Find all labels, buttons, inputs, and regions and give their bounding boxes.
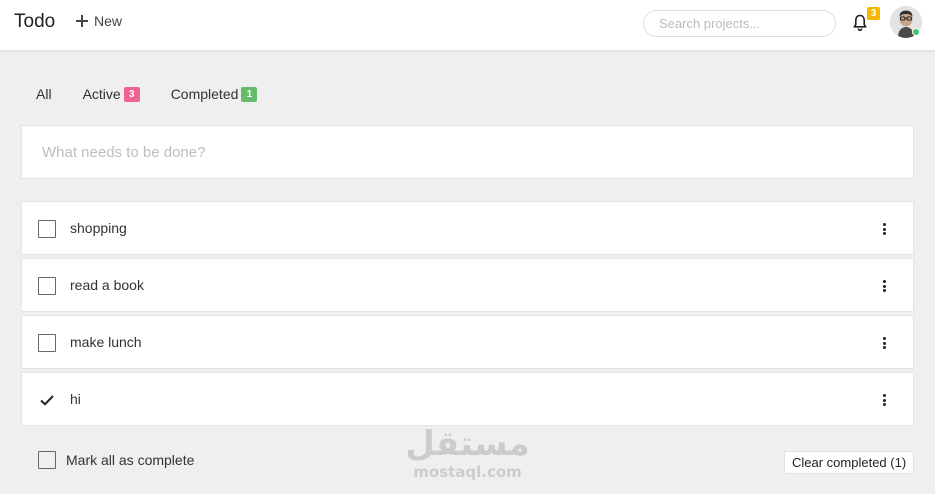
tab-all[interactable]: All [36, 86, 52, 102]
watermark: مستقل mostaql.com [405, 425, 530, 481]
bell-icon[interactable] [852, 14, 868, 32]
tab-all-label: All [36, 86, 52, 102]
mark-all-complete[interactable]: Mark all as complete [38, 451, 194, 469]
mark-all-label: Mark all as complete [66, 452, 195, 468]
todo-item: read a book [21, 258, 914, 312]
active-count-badge: 3 [123, 86, 140, 102]
tab-completed[interactable]: Completed 1 [171, 86, 258, 102]
online-status-indicator [912, 28, 920, 36]
todo-checkbox[interactable] [38, 220, 56, 238]
app-title: Todo [14, 11, 56, 32]
search-input[interactable] [643, 10, 836, 37]
todo-item: make lunch [21, 315, 914, 369]
todo-checkbox[interactable] [38, 334, 56, 352]
completed-count-badge: 1 [241, 86, 258, 102]
todo-label: hi [70, 391, 81, 407]
mark-all-checkbox[interactable] [38, 451, 56, 469]
check-icon [40, 395, 54, 406]
new-todo-input[interactable] [22, 126, 913, 178]
clear-completed-button[interactable]: Clear completed (1) [784, 451, 915, 474]
more-vertical-icon[interactable] [878, 278, 890, 294]
new-todo-panel [21, 125, 914, 179]
more-vertical-icon[interactable] [878, 221, 890, 237]
top-bar: Todo New 3 [0, 0, 935, 51]
tab-active-label: Active [82, 86, 121, 102]
todo-item: shopping [21, 201, 914, 255]
new-button[interactable]: New [76, 13, 122, 29]
watermark-arabic: مستقل [405, 424, 530, 464]
todo-item: hi [21, 372, 914, 426]
todo-label: make lunch [70, 334, 142, 350]
tab-active[interactable]: Active 3 [83, 86, 140, 102]
todo-label: read a book [70, 277, 144, 293]
new-button-label: New [94, 13, 123, 29]
todo-label: shopping [70, 220, 127, 236]
tab-completed-label: Completed [170, 86, 239, 102]
watermark-latin: mostaql.com [413, 463, 522, 481]
plus-icon [76, 15, 88, 27]
more-vertical-icon[interactable] [878, 392, 890, 408]
more-vertical-icon[interactable] [878, 335, 890, 351]
todo-checkbox[interactable] [38, 277, 56, 295]
filter-tabs: All Active 3 Completed 1 [36, 84, 258, 104]
todo-checkbox-checked[interactable] [38, 391, 56, 409]
notification-count-badge: 3 [867, 7, 880, 20]
